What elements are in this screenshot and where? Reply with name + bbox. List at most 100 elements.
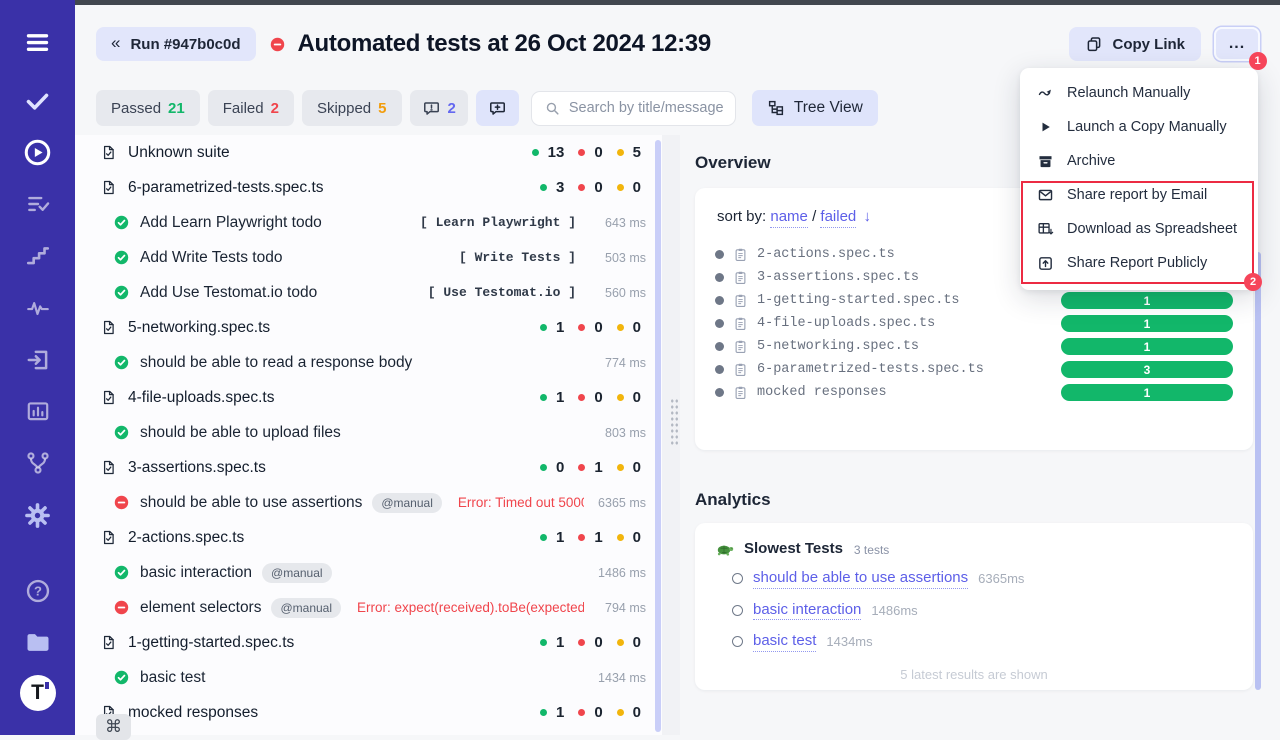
bullet-icon xyxy=(715,273,724,282)
tree-view-button[interactable]: Tree View xyxy=(752,90,878,126)
results-shown-note: 5 latest results are shown xyxy=(715,667,1233,682)
sign-in-icon[interactable] xyxy=(0,340,75,380)
menu-item-relaunch[interactable]: Relaunch Manually xyxy=(1020,76,1258,110)
analytics-heading: Analytics xyxy=(695,490,771,510)
suite-row[interactable]: 5-networking.spec.ts 100 xyxy=(75,310,662,345)
menu-item-share-email[interactable]: Share report by Email xyxy=(1020,178,1258,212)
comments-filter-button[interactable]: 2 xyxy=(410,90,468,126)
git-branch-icon[interactable] xyxy=(0,443,75,483)
test-row[interactable]: Add Learn Playwright todo [ Learn Playwr… xyxy=(75,205,662,240)
double-chevron-left-icon: « xyxy=(111,33,120,53)
overview-suite-row[interactable]: 1-getting-started.spec.ts 1 xyxy=(715,289,1233,312)
bullet-icon xyxy=(715,296,724,305)
slow-test-link[interactable]: should be able to use assertions xyxy=(753,569,968,589)
example-tag: [ Learn Playwright ] xyxy=(420,215,576,230)
suite-row[interactable]: 1-getting-started.spec.ts 100 xyxy=(75,625,662,660)
suite-counts: 300 xyxy=(540,179,646,196)
filter-passed-button[interactable]: Passed21 xyxy=(96,90,200,126)
slowest-tests-widget: Slowest Tests 3 tests should be able to … xyxy=(695,523,1253,690)
test-list-scrollbar[interactable] xyxy=(655,140,661,732)
bar-chart-icon[interactable] xyxy=(0,391,75,431)
slow-test-link[interactable]: basic interaction xyxy=(753,601,861,621)
passed-count-bar: 1 xyxy=(1061,292,1233,309)
bullet-icon xyxy=(715,250,724,259)
right-panel-scrollbar[interactable] xyxy=(1255,252,1261,690)
annotation-badge-1: 1 xyxy=(1249,52,1267,70)
test-row[interactable]: should be able to upload files 803 ms xyxy=(75,415,662,450)
duration: 774 ms xyxy=(594,356,646,370)
clipboard-icon xyxy=(733,293,748,308)
top-strip xyxy=(75,0,1280,5)
more-actions-button[interactable]: ... 1 xyxy=(1214,27,1260,61)
slow-test-link[interactable]: basic test xyxy=(753,632,816,652)
slow-test-item: basic interaction 1486ms xyxy=(732,601,1233,621)
test-row[interactable]: Add Use Testomat.io todo [ Use Testomat.… xyxy=(75,275,662,310)
page-title: Automated tests at 26 Oct 2024 12:39 xyxy=(298,30,711,58)
panel-resize-grip[interactable] xyxy=(670,398,679,446)
archive-icon xyxy=(1037,153,1054,170)
suite-row[interactable]: 6-parametrized-tests.spec.ts 300 xyxy=(75,170,662,205)
search-input[interactable] xyxy=(569,100,723,116)
run-id-label: Run #947b0c0d xyxy=(130,36,240,53)
add-comment-button[interactable] xyxy=(476,90,519,126)
menu-item-share-publicly[interactable]: Share Report Publicly xyxy=(1020,246,1258,280)
menu-icon[interactable] xyxy=(0,22,75,62)
folder-icon[interactable] xyxy=(0,622,75,662)
circle-bullet-icon xyxy=(732,573,743,584)
check-icon[interactable] xyxy=(0,80,75,120)
sort-by-failed-link[interactable]: failed xyxy=(820,208,856,228)
copy-link-button[interactable]: Copy Link xyxy=(1069,27,1201,61)
suite-row[interactable]: 4-file-uploads.spec.ts 100 xyxy=(75,380,662,415)
circle-bullet-icon xyxy=(732,605,743,616)
clipboard-icon xyxy=(733,270,748,285)
test-row[interactable]: basic test 1434 ms xyxy=(75,660,662,695)
overview-heading: Overview xyxy=(695,153,771,173)
spec-file-icon xyxy=(100,319,117,336)
suite-row[interactable]: mocked responses 100 xyxy=(75,695,662,730)
command-key-hint: ⌘ xyxy=(96,714,131,740)
gear-icon[interactable] xyxy=(0,495,75,535)
suite-row[interactable]: 3-assertions.spec.ts 010 xyxy=(75,450,662,485)
list-check-icon[interactable] xyxy=(0,184,75,224)
help-icon[interactable] xyxy=(0,571,75,611)
pulse-icon[interactable] xyxy=(0,288,75,328)
test-row[interactable]: should be able to use assertions @manual… xyxy=(75,485,662,520)
filter-skipped-button[interactable]: Skipped5 xyxy=(302,90,402,126)
more-actions-menu: Relaunch Manually Launch a Copy Manually… xyxy=(1020,68,1258,290)
menu-item-archive[interactable]: Archive xyxy=(1020,144,1258,178)
copy-icon xyxy=(1085,35,1103,53)
test-row[interactable]: element selectors @manual Error: expect(… xyxy=(75,590,662,625)
annotation-badge-2: 2 xyxy=(1244,273,1262,291)
relaunch-icon xyxy=(1037,84,1054,102)
filter-failed-button[interactable]: Failed2 xyxy=(208,90,294,126)
menu-item-download-spreadsheet[interactable]: Download as Spreadsheet xyxy=(1020,212,1258,246)
steps-icon[interactable] xyxy=(0,236,75,276)
test-row[interactable]: basic interaction @manual 1486 ms xyxy=(75,555,662,590)
failed-count: 2 xyxy=(271,100,279,117)
spec-file-icon xyxy=(100,459,117,476)
passed-count: 21 xyxy=(168,100,185,117)
suite-title: 5-networking.spec.ts xyxy=(128,319,270,337)
bullet-icon xyxy=(715,388,724,397)
suite-title: mocked responses xyxy=(128,704,258,722)
overview-suite-row[interactable]: 4-file-uploads.spec.ts 1 xyxy=(715,312,1233,335)
back-to-run-button[interactable]: « Run #947b0c0d xyxy=(96,27,256,61)
sort-by-name-link[interactable]: name xyxy=(770,208,808,228)
play-circle-icon[interactable] xyxy=(0,132,75,172)
menu-item-launch-copy[interactable]: Launch a Copy Manually xyxy=(1020,110,1258,144)
test-row[interactable]: should be able to read a response body 7… xyxy=(75,345,662,380)
suite-row[interactable]: Unknown suite 1305 xyxy=(75,135,662,170)
testomat-logo[interactable]: T xyxy=(0,673,75,713)
overview-suite-row[interactable]: 5-networking.spec.ts 1 xyxy=(715,335,1233,358)
suite-counts: 100 xyxy=(540,319,646,336)
overview-suite-row[interactable]: mocked responses 1 xyxy=(715,381,1233,404)
test-row[interactable]: Add Write Tests todo [ Write Tests ]503 … xyxy=(75,240,662,275)
bullet-icon xyxy=(715,342,724,351)
overview-suite-row[interactable]: 6-parametrized-tests.spec.ts 3 xyxy=(715,358,1233,381)
example-tag: [ Write Tests ] xyxy=(459,250,576,265)
spreadsheet-icon xyxy=(1037,220,1054,238)
slow-test-duration: 1486ms xyxy=(871,603,917,618)
suite-row[interactable]: 2-actions.spec.ts 110 xyxy=(75,520,662,555)
email-icon xyxy=(1037,186,1054,204)
duration: 6365 ms xyxy=(594,496,646,510)
